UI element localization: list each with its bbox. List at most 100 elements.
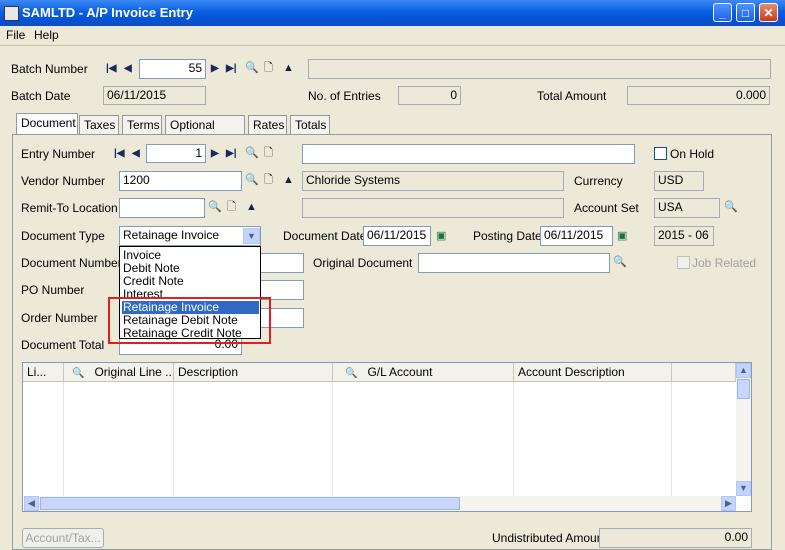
scroll-down-icon[interactable]: ▼ [736,481,751,496]
zoom-batch-icon[interactable]: ▲ [283,61,294,75]
batch-description-field [308,59,771,79]
column-header-description[interactable]: Description [174,363,333,382]
previous-entry-icon[interactable]: ◀ [132,147,140,161]
menu-help[interactable]: Help [34,28,59,42]
fiscal-period-field: 2015 - 06 [654,226,714,246]
search-icon: 🔍 [72,368,85,379]
vendor-number-label: Vendor Number [21,174,106,188]
undistributed-amount-field: 0.00 [599,528,752,548]
original-document-input[interactable] [418,253,610,273]
column-header-line[interactable]: Li... [23,363,64,382]
last-batch-icon[interactable]: ▶| [226,62,237,76]
zoom-vendor-icon[interactable]: ▲ [283,173,294,187]
document-type-label: Document Type [21,229,105,243]
posting-date-calendar-icon[interactable]: ▣ [617,229,627,243]
entry-finder-icon[interactable]: 🔍 [245,146,259,160]
vendor-finder-icon[interactable]: 🔍 [245,173,259,187]
account-set-finder-icon[interactable]: 🔍 [724,200,738,214]
horizontal-scroll-thumb[interactable] [40,497,460,510]
first-entry-icon[interactable]: |◀ [114,147,125,161]
batch-number-label: Batch Number [11,62,88,76]
total-amount-field: 0.000 [627,86,770,105]
tab-terms[interactable]: Terms [122,115,162,134]
job-related-label: Job Related [692,256,757,270]
scroll-up-icon[interactable]: ▲ [736,363,751,378]
menu-bar: File Help [0,26,785,46]
account-set-label: Account Set [574,201,639,215]
grid-divider [513,382,514,498]
vertical-scrollbar[interactable]: ▲ ▼ [736,363,751,496]
close-button[interactable]: ✕ [759,3,778,22]
zoom-remit-icon[interactable]: ▲ [246,200,257,214]
original-document-label: Original Document [313,256,413,270]
entries-field: 0 [398,86,461,105]
detail-grid[interactable]: Li... 🔍 Original Line ... Description 🔍 … [22,362,752,512]
horizontal-scrollbar[interactable]: ◀ ▶ [24,496,736,511]
minimize-button[interactable]: _ [713,3,732,22]
chevron-down-icon[interactable]: ▼ [243,228,260,244]
next-entry-icon[interactable]: ▶ [211,147,219,161]
document-total-label: Document Total [21,338,105,352]
batch-date-label: Batch Date [11,89,71,103]
scroll-right-icon[interactable]: ▶ [721,496,736,511]
vendor-name-field: Chloride Systems [302,171,564,191]
search-icon: 🔍 [345,368,358,379]
batch-number-input[interactable]: 55 [139,59,206,79]
first-batch-icon[interactable]: |◀ [106,62,117,76]
remit-to-label: Remit-To Location [21,201,118,215]
maximize-button[interactable]: □ [736,3,755,22]
grid-divider [173,382,174,498]
app-icon [4,6,19,21]
tab-rates[interactable]: Rates [248,115,287,134]
title-bar[interactable]: SAMLTD - A/P Invoice Entry _ □ ✕ [0,0,785,26]
tab-document[interactable]: Document [16,113,78,134]
new-remit-icon[interactable]: 🗋 [227,200,236,214]
batch-finder-icon[interactable]: 🔍 [245,61,259,75]
next-batch-icon[interactable]: ▶ [211,62,219,76]
vendor-number-input[interactable]: 1200 [119,171,242,191]
document-type-select[interactable]: Retainage Invoice [119,226,261,246]
scroll-left-icon[interactable]: ◀ [24,496,39,511]
new-entry-icon[interactable]: 🗋 [264,146,273,160]
window-title: SAMLTD - A/P Invoice Entry [22,5,193,20]
document-number-label: Document Number [21,256,122,270]
column-header-gl-account[interactable]: 🔍 G/L Account [333,363,514,382]
new-batch-icon[interactable]: 🗋 [264,61,273,75]
tab-totals[interactable]: Totals [290,115,330,134]
vertical-scroll-thumb[interactable] [737,379,750,399]
total-amount-label: Total Amount [537,89,607,103]
batch-date-field: 06/11/2015 [103,86,206,105]
remit-to-input[interactable] [119,198,205,218]
entry-number-input[interactable]: 1 [146,144,206,163]
posting-date-input[interactable]: 06/11/2015 [540,226,613,246]
undistributed-amount-label: Undistributed Amount [492,531,607,545]
new-vendor-icon[interactable]: 🗋 [264,173,273,187]
remit-name-field [302,198,564,218]
entry-description-input[interactable] [302,144,635,164]
entry-number-label: Entry Number [21,147,96,161]
document-date-calendar-icon[interactable]: ▣ [436,229,446,243]
account-set-field: USA [654,198,720,218]
column-header-gl-account-label: G/L Account [367,365,433,379]
currency-label: Currency [574,174,623,188]
column-header-account-description[interactable]: Account Description [514,363,672,382]
order-number-label: Order Number [21,311,98,325]
grid-divider [63,382,64,498]
on-hold-checkbox[interactable] [654,147,667,160]
account-tax-button[interactable]: Account/Tax... [22,528,104,548]
grid-divider [671,382,672,498]
remit-finder-icon[interactable]: 🔍 [208,200,222,214]
previous-batch-icon[interactable]: ◀ [124,62,132,76]
job-related-checkbox[interactable] [677,256,690,269]
original-document-finder-icon[interactable]: 🔍 [613,255,627,269]
on-hold-label: On Hold [670,147,715,161]
last-entry-icon[interactable]: ▶| [226,147,237,161]
menu-file[interactable]: File [6,28,25,42]
highlight-box [108,297,271,344]
column-header-original-line-label: Original Line ... [94,365,174,379]
column-header-original-line[interactable]: 🔍 Original Line ... [64,363,174,382]
tab-optional-fields[interactable]: Optional Fields [165,115,245,146]
tab-taxes[interactable]: Taxes [79,115,119,134]
grid-divider [332,382,333,498]
document-date-input[interactable]: 06/11/2015 [363,226,431,246]
